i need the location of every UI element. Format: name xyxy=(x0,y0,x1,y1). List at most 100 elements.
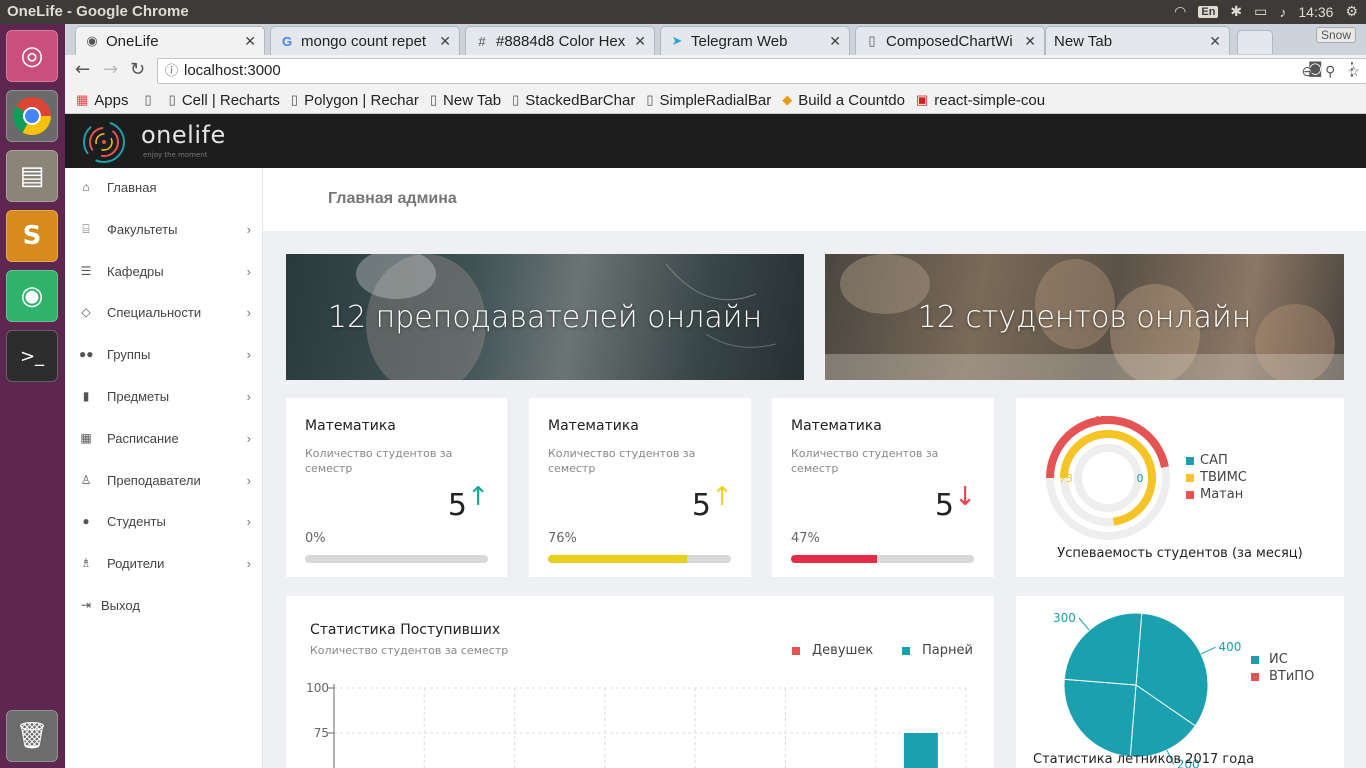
close-icon[interactable]: ✕ xyxy=(439,33,451,50)
stat-card[interactable]: Математика Количество студентов за семес… xyxy=(286,398,507,577)
bookmark-label: react-simple-cou xyxy=(934,91,1046,109)
tab-mongo[interactable]: G mongo count repet ✕ xyxy=(270,26,460,55)
close-icon[interactable]: ✕ xyxy=(1209,33,1221,50)
legend-item-matan: Матан xyxy=(1186,486,1247,503)
sublime-text-icon[interactable]: S xyxy=(6,210,58,262)
ubuntu-dash-icon[interactable]: ◎ xyxy=(6,30,58,82)
page-title: Главная админа xyxy=(328,190,457,207)
address-bar[interactable]: ⓘ localhost:3000 ⊖ ⚲ ☆ xyxy=(157,58,1366,84)
bookmark-countdown[interactable]: ◆ Build a Countdo xyxy=(782,92,905,109)
users-icon: ●● xyxy=(79,347,94,361)
legend-swatch xyxy=(1186,473,1194,482)
tab-label: New Tab xyxy=(1054,32,1113,50)
close-icon[interactable]: ✕ xyxy=(1024,33,1036,50)
tab-color-hex[interactable]: # #8884d8 Color Hex ✕ xyxy=(465,26,655,55)
volume-icon[interactable]: ♪ xyxy=(1279,4,1286,20)
bookmark-stacked[interactable]: ▯ StackedBarChar xyxy=(512,92,635,109)
sidebar: ⌂ Главная ⌸ Факультеты › ☰ Кафедры › ◇ С… xyxy=(65,168,263,768)
sidebar-item-logout[interactable]: ⇥ Выход xyxy=(65,591,263,619)
bookmark-new-tab[interactable]: ▯ New Tab xyxy=(430,92,501,109)
tab-telegram[interactable]: ➤ Telegram Web ✕ xyxy=(660,26,850,55)
clock[interactable]: 14:36 xyxy=(1298,4,1333,20)
sidebar-item-specialties[interactable]: ◇ Специальности › xyxy=(65,298,263,326)
bluetooth-icon[interactable]: ✱ xyxy=(1230,3,1242,20)
files-icon[interactable]: ▤ xyxy=(6,150,58,202)
app-green-icon[interactable]: ◉ xyxy=(6,270,58,322)
sidebar-item-faculties[interactable]: ⌸ Факультеты › xyxy=(65,215,263,243)
close-icon[interactable]: ✕ xyxy=(634,33,646,50)
extension-icon[interactable]: ⚲ xyxy=(1325,59,1335,83)
close-icon[interactable]: ✕ xyxy=(244,33,256,50)
arrow-up-icon: ↑ xyxy=(467,482,489,512)
summer-pie-chart[interactable]: 400200300 xyxy=(1016,596,1246,768)
logo-tagline: enjoy the moment xyxy=(143,151,208,159)
wifi-icon[interactable]: ◠ xyxy=(1174,3,1186,20)
sidebar-item-parents[interactable]: ♗ Родители › xyxy=(65,549,263,577)
menu-icon[interactable]: ⋮ xyxy=(1343,59,1361,80)
sidebar-item-schedule[interactable]: ▦ Расписание › xyxy=(65,424,263,452)
new-tab-button[interactable] xyxy=(1237,30,1273,54)
bookmark-apps[interactable]: ▦ Apps xyxy=(76,92,129,109)
admissions-bar-chart[interactable]: 100 75 xyxy=(286,596,994,768)
keyboard-indicator[interactable]: En xyxy=(1198,5,1219,18)
calendar-icon: ▦ xyxy=(80,431,92,445)
google-icon: G xyxy=(281,33,293,49)
trash-icon[interactable]: 🗑 xyxy=(6,710,58,762)
bookmark-blank[interactable]: ▯ xyxy=(145,92,158,108)
info-icon[interactable]: ⓘ xyxy=(165,59,178,83)
chrome-icon[interactable] xyxy=(6,90,58,142)
tab-onelife[interactable]: ◉ OneLife ✕ xyxy=(75,26,265,55)
bookmark-radial[interactable]: ▯ SimpleRadialBar xyxy=(646,92,771,109)
radial-chart-card: 0 73 47 САП ТВИМС Матан Успеваемость студе… xyxy=(1016,398,1344,577)
red-square-icon: ▣ xyxy=(915,92,929,107)
stat-card[interactable]: Математика Количество студентов за семес… xyxy=(529,398,751,577)
profile-button[interactable]: Snow xyxy=(1315,27,1356,43)
legend-label: ВТиПО xyxy=(1269,669,1315,684)
bookmark-label: Apps xyxy=(94,91,129,109)
forward-arrow-icon[interactable]: → xyxy=(103,59,118,80)
pie-slice[interactable] xyxy=(1063,678,1137,758)
bookmark-cell[interactable]: ▯ Cell | Recharts xyxy=(169,92,280,109)
students-online-banner[interactable]: 12 студентов онлайн xyxy=(825,254,1344,380)
page-icon: ▯ xyxy=(168,92,176,107)
home-icon: ⌂ xyxy=(82,180,90,194)
reload-icon[interactable]: ↻ xyxy=(130,59,145,80)
sidebar-item-label: Выход xyxy=(101,597,140,613)
onelife-logo-icon[interactable] xyxy=(81,119,127,165)
telegram-icon: ➤ xyxy=(671,33,683,48)
teachers-online-banner[interactable]: 12 преподавателей онлайн xyxy=(286,254,804,380)
sidebar-item-students[interactable]: ● Студенты › xyxy=(65,507,263,535)
chevron-right-icon: › xyxy=(246,388,251,404)
sidebar-item-subjects[interactable]: ▮ Предметы › xyxy=(65,382,263,410)
bookmark-label: Cell | Recharts xyxy=(181,91,280,109)
sidebar-item-label: Предметы xyxy=(107,388,170,404)
back-arrow-icon[interactable]: ← xyxy=(75,59,90,80)
bar-Парней[interactable] xyxy=(903,733,938,768)
walking-icon: ♗ xyxy=(80,556,92,570)
tab-composed-chart[interactable]: ▯ ComposedChartWi ✕ xyxy=(855,26,1045,55)
chevron-right-icon: › xyxy=(246,221,251,237)
sidebar-item-departments[interactable]: ☰ Кафедры › xyxy=(65,257,263,285)
sidebar-item-home[interactable]: ⌂ Главная xyxy=(65,173,263,201)
gear-icon[interactable]: ⚙ xyxy=(1345,3,1358,20)
tab-new-tab[interactable]: New Tab ✕ xyxy=(1045,26,1230,55)
bookmark-polygon[interactable]: ▯ Polygon | Rechar xyxy=(291,92,419,109)
radial-bar-chart[interactable]: 0 73 47 xyxy=(1038,412,1178,542)
camera-icon[interactable]: ◙ xyxy=(1308,59,1323,77)
chevron-right-icon: › xyxy=(246,304,251,320)
arrow-down-icon: ↓ xyxy=(954,482,976,512)
sidebar-item-groups[interactable]: ●● Группы › xyxy=(65,340,263,368)
bookmarks-bar: ▦ Apps ▯ ▯ Cell | Recharts ▯ Polygon | Rech… xyxy=(65,87,1366,114)
tab-label: ComposedChartWi xyxy=(886,32,1013,50)
close-icon[interactable]: ✕ xyxy=(829,33,841,50)
sidebar-item-teachers[interactable]: ♙ Преподаватели › xyxy=(65,466,263,494)
graduation-cap-icon: ◇ xyxy=(81,305,91,319)
stat-card[interactable]: Математика Количество студентов за семес… xyxy=(772,398,994,577)
list-icon: ☰ xyxy=(80,264,92,278)
bookmark-react-simple[interactable]: ▣ react-simple-cou xyxy=(916,92,1045,109)
url-text: localhost:3000 xyxy=(184,62,281,79)
chevron-right-icon: › xyxy=(246,513,251,529)
terminal-icon[interactable]: >_ xyxy=(6,330,58,382)
legend-swatch xyxy=(1186,456,1194,465)
battery-icon[interactable]: ▭ xyxy=(1254,3,1267,20)
